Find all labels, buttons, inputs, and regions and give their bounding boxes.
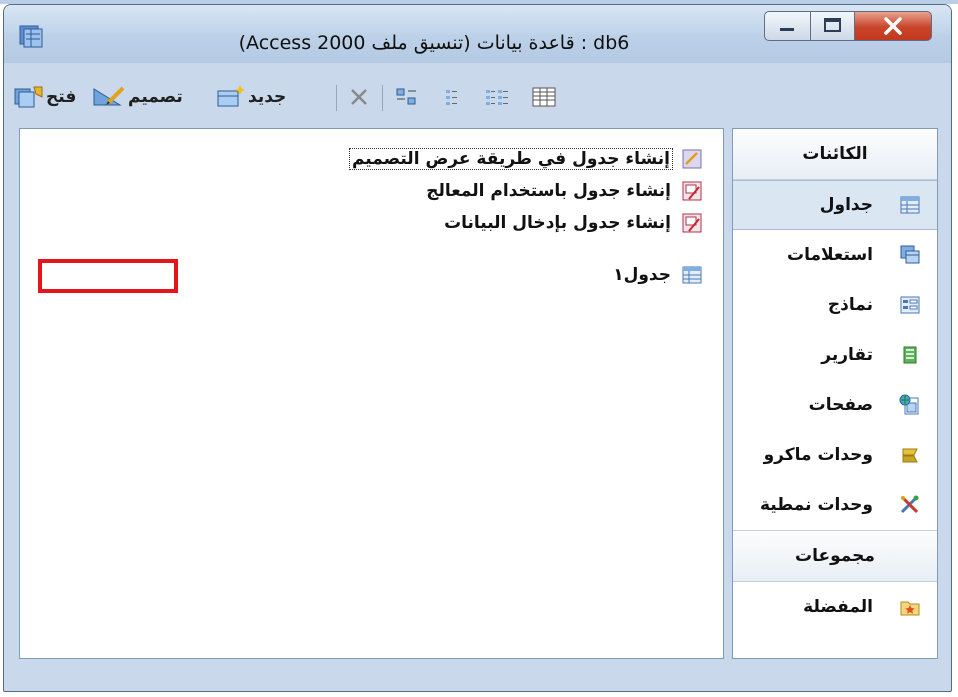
- groups-header[interactable]: مجموعات: [733, 531, 937, 582]
- objects-item-label: جداول: [819, 195, 873, 215]
- objects-item-tables[interactable]: جداول: [733, 180, 937, 230]
- macro-icon: [902, 448, 918, 463]
- list-item-wizard[interactable]: إنشاء جدول باستخدام المعالج: [424, 177, 703, 205]
- objects-item-label: تقارير: [821, 345, 873, 365]
- close-icon: [884, 17, 902, 35]
- objects-item-label: صفحات: [808, 395, 873, 415]
- large-icons-icon: [396, 88, 416, 105]
- list-item-design-view[interactable]: إنشاء جدول في طريقة عرض التصميم: [348, 145, 703, 173]
- form-icon: [900, 296, 920, 314]
- small-icons-button[interactable]: [440, 83, 470, 111]
- delete-icon: [351, 89, 367, 105]
- objects-item-macros[interactable]: وحدات ماكرو: [733, 430, 937, 480]
- objects-item-modules[interactable]: وحدات نمطية: [733, 480, 937, 530]
- module-icon: [900, 495, 919, 514]
- table-icon: [900, 196, 920, 214]
- report-icon: [903, 346, 917, 364]
- maximize-button[interactable]: [810, 11, 855, 41]
- window-controls: [764, 11, 934, 45]
- new-button[interactable]: جديد: [214, 82, 286, 112]
- objects-item-queries[interactable]: استعلامات: [733, 230, 937, 280]
- close-button[interactable]: [854, 11, 932, 41]
- wizard-icon: [682, 181, 702, 201]
- window-title: db6 : قاعدة بيانات (تنسيق ملف Access 200…: [238, 32, 630, 54]
- toolbar-separator: [382, 85, 383, 111]
- object-list[interactable]: إنشاء جدول في طريقة عرض التصميم إنشاء جد…: [19, 128, 724, 659]
- list-view-icon: [486, 90, 508, 105]
- title-bar[interactable]: db6 : قاعدة بيانات (تنسيق ملف Access 200…: [4, 5, 951, 63]
- list-item-data-entry[interactable]: إنشاء جدول بإدخال البيانات: [442, 209, 703, 237]
- small-icons-icon: [446, 90, 457, 105]
- objects-item-label: وحدات ماكرو: [763, 445, 873, 465]
- open-label: فتح: [46, 87, 77, 107]
- table-icon: [682, 266, 702, 284]
- list-item-label: إنشاء جدول بإدخال البيانات: [444, 213, 671, 233]
- highlight-box: [38, 259, 178, 293]
- design-button[interactable]: تصميم: [90, 82, 183, 112]
- list-item-table1[interactable]: جدول١: [611, 261, 703, 289]
- design-wizard-icon: [682, 149, 702, 169]
- large-icons-button[interactable]: [392, 83, 422, 111]
- open-button[interactable]: فتح: [12, 82, 76, 112]
- list-view-button[interactable]: [482, 83, 512, 111]
- list-item-label: إنشاء جدول في طريقة عرض التصميم: [348, 148, 673, 170]
- favorites-folder-icon: [900, 601, 920, 616]
- objects-group-header[interactable]: الكائنات: [733, 129, 937, 180]
- open-icon: [14, 86, 43, 108]
- objects-item-forms[interactable]: نماذج: [733, 280, 937, 330]
- groups-item-label: المفضلة: [803, 597, 873, 617]
- details-view-button[interactable]: [529, 83, 559, 111]
- new-icon: [217, 85, 245, 107]
- maximize-icon: [824, 18, 841, 32]
- wizard-icon: [682, 213, 702, 233]
- objects-item-label: استعلامات: [787, 245, 873, 265]
- database-window: db6 : قاعدة بيانات (تنسيق ملف Access 200…: [3, 4, 952, 692]
- page-icon: [899, 394, 919, 415]
- query-icon: [900, 245, 920, 264]
- objects-item-pages[interactable]: صفحات: [733, 380, 937, 430]
- groups-item-favorites[interactable]: المفضلة: [733, 582, 937, 632]
- delete-button[interactable]: [344, 83, 374, 111]
- list-item-label: جدول١: [613, 265, 671, 285]
- objects-item-reports[interactable]: تقارير: [733, 330, 937, 380]
- list-item-label: إنشاء جدول باستخدام المعالج: [426, 181, 671, 201]
- minimize-button[interactable]: [764, 11, 811, 41]
- objects-bar: الكائنات جداول استعلامات نماذج تقارير صف…: [732, 128, 938, 659]
- new-label: جديد: [248, 87, 287, 107]
- design-label: تصميم: [128, 87, 183, 107]
- minimize-icon: [780, 28, 794, 31]
- toolbar-separator: [336, 85, 337, 111]
- database-app-icon: [19, 25, 43, 48]
- objects-item-label: وحدات نمطية: [759, 495, 873, 515]
- objects-item-label: نماذج: [827, 295, 873, 315]
- details-view-icon: [532, 87, 556, 107]
- design-icon: [93, 86, 125, 106]
- toolbar: فتح تصميم جديد: [4, 65, 951, 125]
